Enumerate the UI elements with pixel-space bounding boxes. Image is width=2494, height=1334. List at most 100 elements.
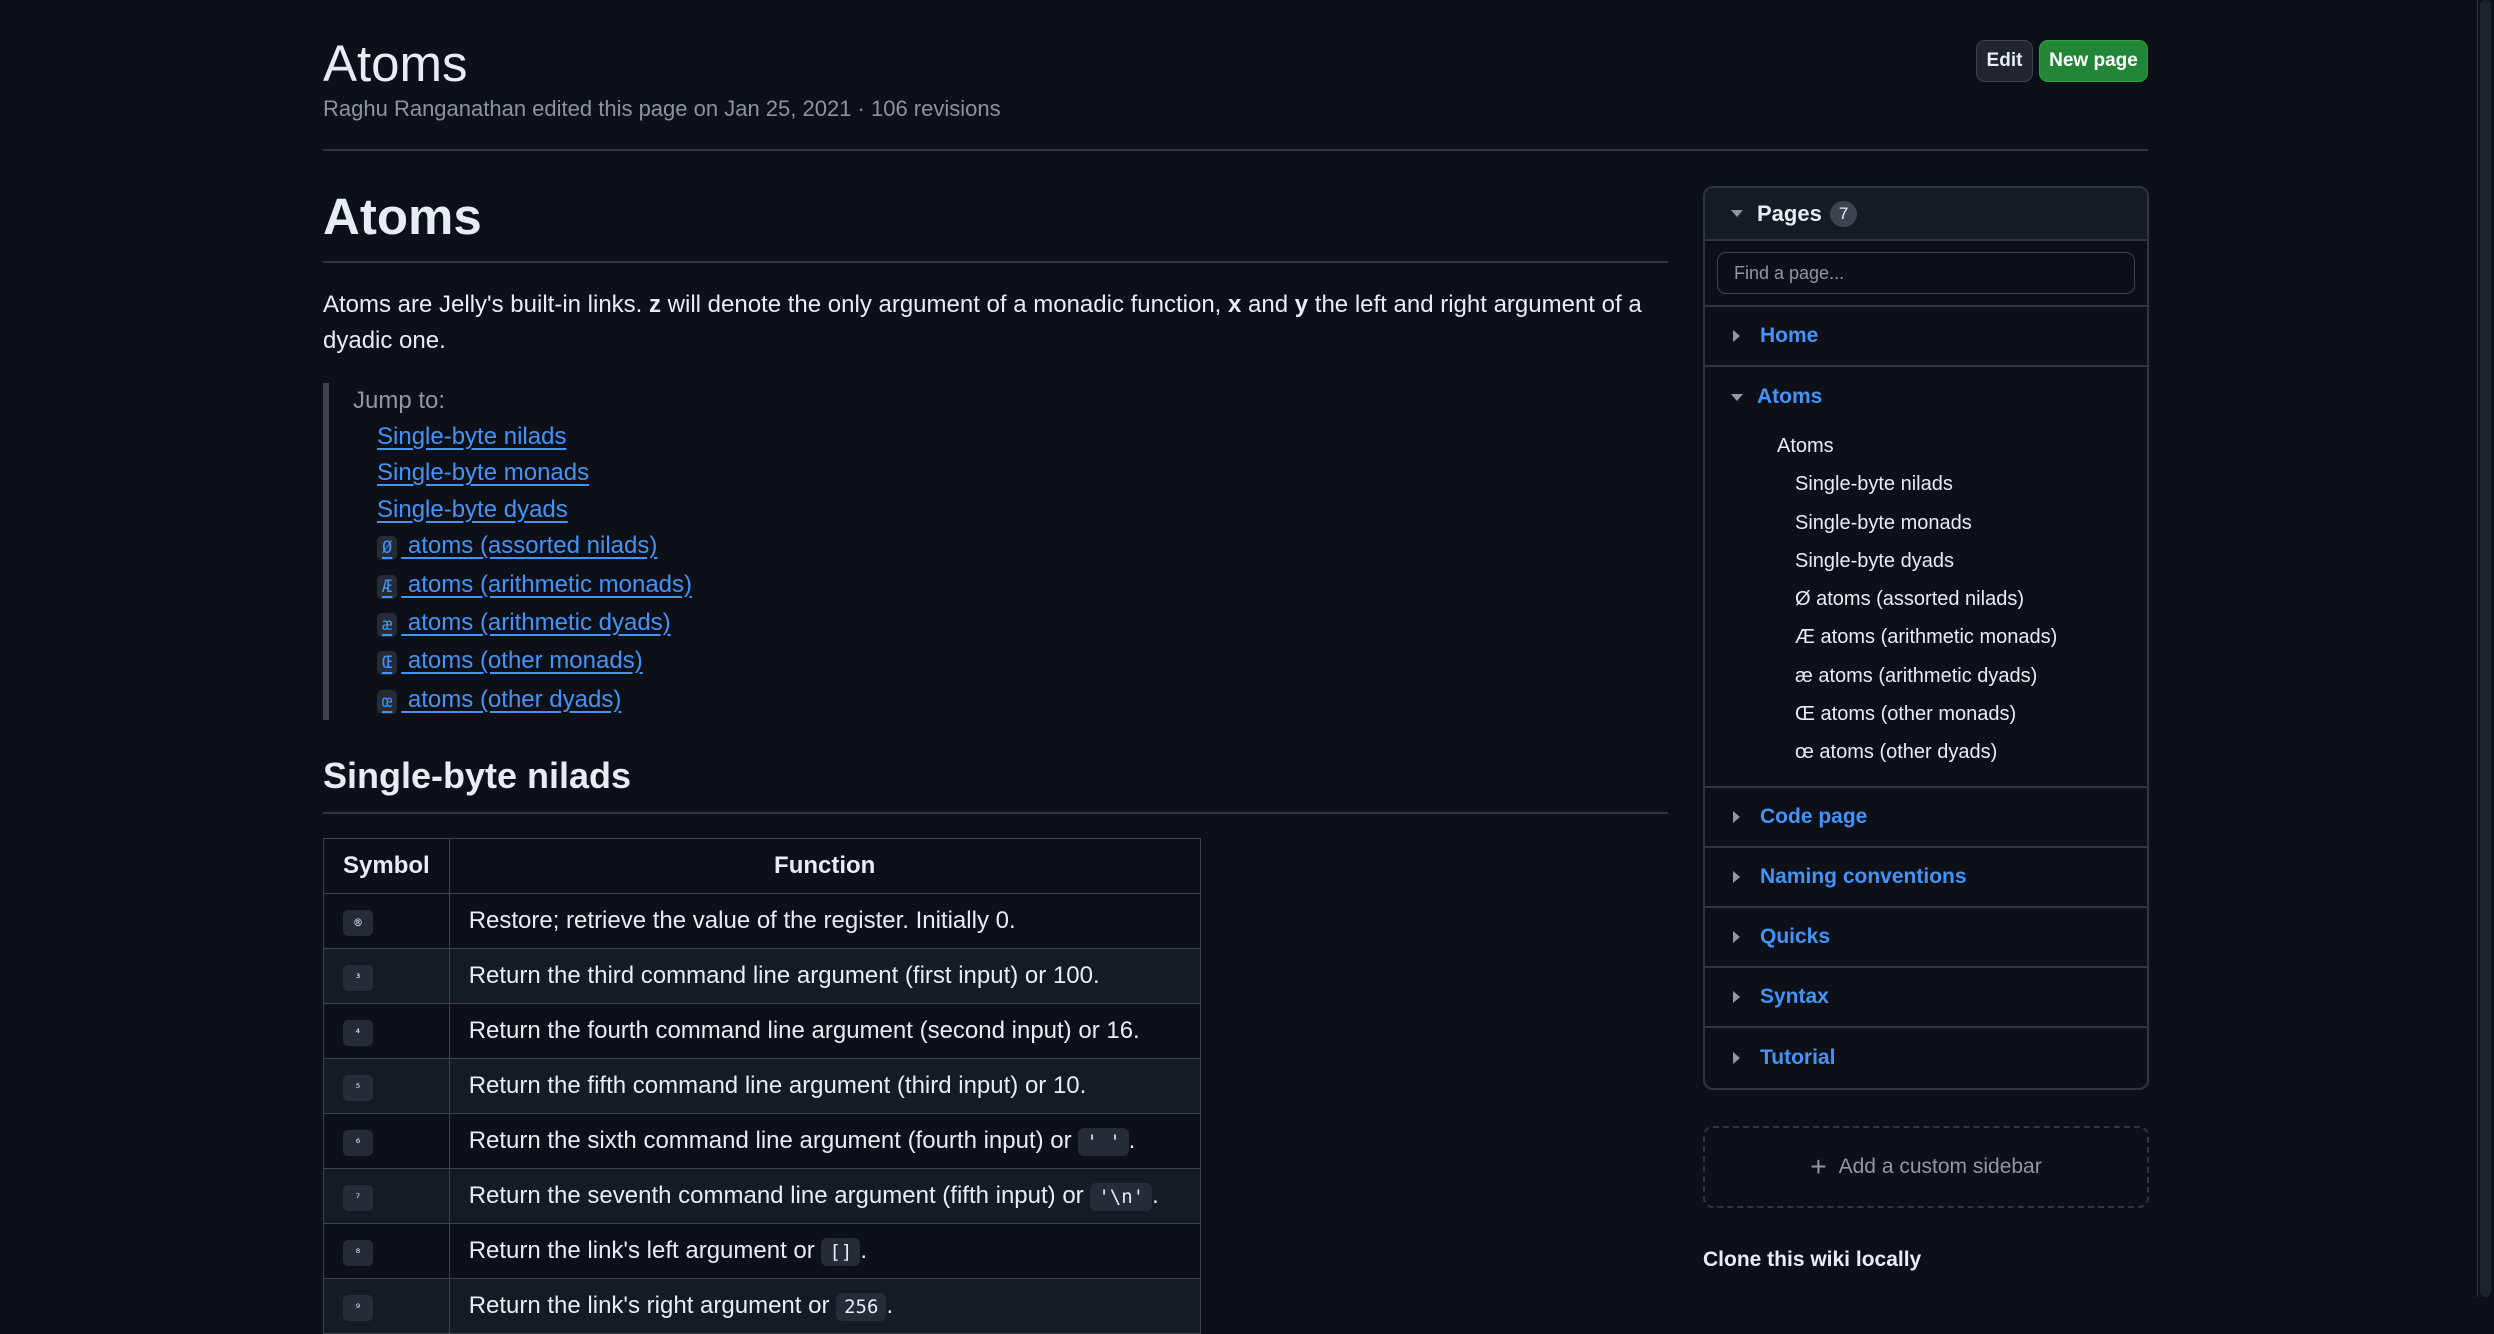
inline-code: ' '	[1078, 1128, 1129, 1157]
jump-to-label: Jump to:	[353, 387, 446, 414]
function-text: .	[886, 1292, 894, 1320]
sidebar-page-home[interactable]: Home	[1705, 307, 2147, 367]
function-text: Return the sixth command line argument (…	[468, 1127, 1079, 1155]
page-link[interactable]: Home	[1760, 324, 1818, 348]
toc-item[interactable]: Atoms	[1705, 427, 2147, 465]
jump-item: Single-byte dyads	[377, 492, 1668, 528]
table-row: ⁹ Return the link's right argument or 256…	[323, 1278, 1201, 1334]
page-link[interactable]: Naming conventions	[1760, 865, 1967, 889]
sidebar-page-tutorial[interactable]: Tutorial	[1705, 1028, 2147, 1088]
function-text: Return the third command line argument (…	[468, 962, 1100, 990]
symbol-cell: ³	[323, 948, 450, 1005]
function-cell: Return the link's left argument or [].	[448, 1223, 1201, 1280]
chevron-right-icon[interactable]	[1733, 1051, 1740, 1064]
page-link[interactable]: Syntax	[1760, 985, 1829, 1009]
wiki-content: Atoms Atoms are Jelly's built-in links. …	[323, 178, 1668, 1334]
chevron-right-icon[interactable]	[1733, 810, 1740, 823]
symbol-cell: ⁹	[323, 1278, 450, 1334]
table-row: ® Restore; retrieve the value of the regi…	[323, 893, 1201, 950]
jump-link-arithmetic-dyads[interactable]: æ atoms (arithmetic dyads)	[377, 609, 671, 638]
chevron-right-icon[interactable]	[1733, 870, 1740, 883]
jump-link-single-byte-nilads[interactable]: Single-byte nilads	[377, 423, 566, 450]
toc-item[interactable]: Æ atoms (arithmetic monads)	[1705, 618, 2147, 656]
toc-item[interactable]: œ atoms (other dyads)	[1705, 733, 2147, 771]
symbol-code: ³	[343, 965, 373, 992]
page-link[interactable]: Code page	[1760, 805, 1867, 829]
pages-toggle[interactable]: Pages 7	[1705, 188, 2147, 241]
jump-link-single-byte-monads[interactable]: Single-byte monads	[377, 459, 589, 486]
function-text: Return the fifth command line argument (…	[468, 1072, 1087, 1100]
toc-item[interactable]: Single-byte monads	[1705, 504, 2147, 542]
new-page-button[interactable]: New page	[2039, 40, 2148, 82]
plus-icon: +	[1810, 1150, 1827, 1182]
table-row: ⁸ Return the link's left argument or [].	[323, 1223, 1201, 1280]
edit-button[interactable]: Edit	[1976, 40, 2033, 82]
intro-y: y	[1294, 291, 1309, 318]
function-cell: Return the third command line argument (…	[448, 948, 1201, 1005]
page-scrollbar-thumb[interactable]	[2480, 0, 2491, 1297]
atom-glyph: æ	[377, 613, 398, 638]
intro-text: and	[1241, 291, 1295, 318]
jump-link-arithmetic-monads[interactable]: Æ atoms (arithmetic monads)	[377, 570, 693, 599]
sidebar-page-quicks[interactable]: Quicks	[1705, 908, 2147, 968]
jump-item: œ atoms (other dyads)	[377, 682, 1668, 720]
atoms-toggle[interactable]: Atoms	[1705, 367, 2147, 427]
pages-count-badge: 7	[1829, 200, 1858, 227]
table-row: ³ Return the third command line argument …	[323, 948, 1201, 1005]
function-cell: Return the fourth command line argument …	[448, 1003, 1201, 1060]
symbol-cell: ⁸	[323, 1223, 450, 1280]
jump-link-assorted-nilads[interactable]: Ø atoms (assorted nilads)	[377, 532, 657, 561]
function-cell: Return the sixth command line argument (…	[448, 1113, 1201, 1170]
toc-item[interactable]: Single-byte dyads	[1705, 542, 2147, 580]
jump-to-list: Single-byte nilads Single-byte monads Si…	[353, 419, 1668, 720]
table-row: ⁷ Return the seventh command line argumen…	[323, 1168, 1201, 1225]
find-page-input[interactable]	[1717, 252, 2135, 294]
jump-link-other-monads[interactable]: Œ atoms (other monads)	[377, 647, 643, 676]
jump-link-label: atoms (arithmetic dyads)	[401, 609, 671, 637]
inline-code: '\n'	[1090, 1183, 1153, 1212]
jump-link-label: atoms (arithmetic monads)	[401, 570, 693, 598]
symbol-code: ⁴	[343, 1020, 373, 1047]
jump-item: Single-byte monads	[377, 455, 1668, 491]
jump-link-single-byte-dyads[interactable]: Single-byte dyads	[377, 496, 568, 523]
function-cell: Return the seventh command line argument…	[448, 1168, 1201, 1225]
page-link[interactable]: Tutorial	[1760, 1046, 1835, 1070]
add-custom-sidebar-button[interactable]: + Add a custom sidebar	[1703, 1125, 2149, 1208]
jump-link-other-dyads[interactable]: œ atoms (other dyads)	[377, 686, 621, 714]
toc-item[interactable]: Ø atoms (assorted nilads)	[1705, 580, 2147, 618]
intro-paragraph: Atoms are Jelly's built-in links. z will…	[323, 287, 1668, 359]
symbol-cell: ⁵	[323, 1058, 450, 1115]
inline-code: 256	[836, 1293, 887, 1322]
jump-item: Ø atoms (assorted nilads)	[377, 528, 1668, 566]
chevron-down-icon[interactable]	[1731, 393, 1743, 401]
chevron-right-icon[interactable]	[1733, 990, 1740, 1003]
intro-text: will denote the only argument of a monad…	[661, 291, 1229, 318]
page-link[interactable]: Quicks	[1760, 925, 1830, 949]
sidebar-page-code-page[interactable]: Code page	[1705, 788, 2147, 848]
table-row: ⁴ Return the fourth command line argument…	[323, 1003, 1201, 1060]
toc-item[interactable]: Œ atoms (other monads)	[1705, 695, 2147, 733]
article-heading: Atoms	[323, 178, 1668, 263]
function-text: Return the seventh command line argument…	[468, 1182, 1091, 1210]
function-text: .	[860, 1237, 867, 1265]
atom-glyph: œ	[377, 689, 398, 714]
atom-glyph: Œ	[377, 651, 398, 676]
table-header-row: Symbol Function	[323, 838, 1201, 895]
function-text: Restore; retrieve the value of the regis…	[468, 907, 1016, 935]
sidebar-page-naming-conventions[interactable]: Naming conventions	[1705, 848, 2147, 908]
toc-item[interactable]: Single-byte nilads	[1705, 465, 2147, 503]
sidebar-page-syntax[interactable]: Syntax	[1705, 968, 2147, 1028]
chevron-right-icon[interactable]	[1733, 930, 1740, 943]
chevron-right-icon[interactable]	[1733, 330, 1740, 342]
jump-link-label: atoms (other monads)	[401, 647, 643, 675]
pages-title: Pages	[1757, 200, 1822, 226]
symbol-cell: ®	[323, 893, 450, 950]
toc-item[interactable]: æ atoms (arithmetic dyads)	[1705, 657, 2147, 695]
function-cell: Restore; retrieve the value of the regis…	[448, 893, 1201, 950]
header-divider	[323, 149, 2148, 151]
column-header-symbol: Symbol	[323, 838, 450, 895]
function-text: .	[1152, 1182, 1159, 1210]
symbol-code: ⁵	[343, 1075, 373, 1102]
clone-wiki-heading: Clone this wiki locally	[1703, 1247, 1922, 1271]
page-link[interactable]: Atoms	[1757, 385, 1822, 409]
